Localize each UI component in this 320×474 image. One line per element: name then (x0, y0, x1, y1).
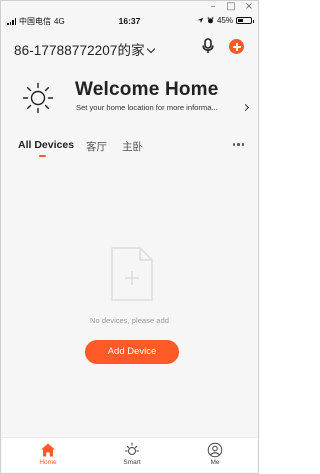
more-options-icon[interactable] (232, 143, 244, 146)
active-tab-indicator (39, 155, 46, 157)
alarm-icon (207, 17, 214, 24)
status-bar: 中国电信 4G 16:37 45% (5, 15, 254, 27)
location-arrow-icon (197, 17, 204, 24)
battery-icon (236, 17, 254, 24)
minimize-button[interactable]: – (204, 1, 222, 13)
profile-icon (207, 442, 223, 458)
room-tabs: All Devices 客厅 主卧 (18, 139, 244, 161)
smart-sun-icon (125, 442, 139, 455)
battery-percent: 45% (216, 16, 233, 25)
welcome-card[interactable]: Welcome Home Set your home location for … (19, 75, 250, 117)
app-window: – □ × 中国电信 4G 16:37 45% 86-17788772207的家 (0, 0, 259, 474)
welcome-title: Welcome Home (75, 79, 219, 100)
welcome-subtitle: Set your home location for more informa.… (76, 103, 218, 112)
nav-home[interactable]: Home (28, 442, 68, 466)
close-button[interactable]: × (240, 1, 258, 13)
home-name: 86-17788772207的家 (14, 43, 145, 58)
bottom-navigation: Home Smart Me (2, 437, 257, 472)
microphone-icon[interactable] (201, 38, 215, 54)
tab-all-devices[interactable]: All Devices (18, 139, 74, 151)
sun-icon (22, 82, 54, 114)
nav-smart[interactable]: Smart (112, 442, 152, 466)
nav-home-label: Home (39, 459, 57, 466)
nav-smart-label: Smart (123, 459, 141, 466)
tab-master-bedroom[interactable]: 主卧 (122, 139, 143, 154)
empty-document-icon (111, 247, 153, 301)
add-icon[interactable] (229, 39, 244, 54)
home-header: 86-17788772207的家 (14, 37, 244, 59)
tab-living-room[interactable]: 客厅 (86, 139, 107, 154)
nav-me-label: Me (210, 459, 220, 466)
empty-state-message: No devices, please add (90, 316, 169, 325)
chevron-down-icon (146, 44, 155, 54)
add-device-button[interactable]: Add Device (85, 340, 179, 364)
home-selector[interactable]: 86-17788772207的家 (14, 39, 155, 59)
home-icon (41, 443, 55, 457)
nav-me[interactable]: Me (195, 442, 235, 466)
maximize-button[interactable]: □ (222, 1, 240, 13)
window-controls: – □ × (204, 1, 258, 13)
